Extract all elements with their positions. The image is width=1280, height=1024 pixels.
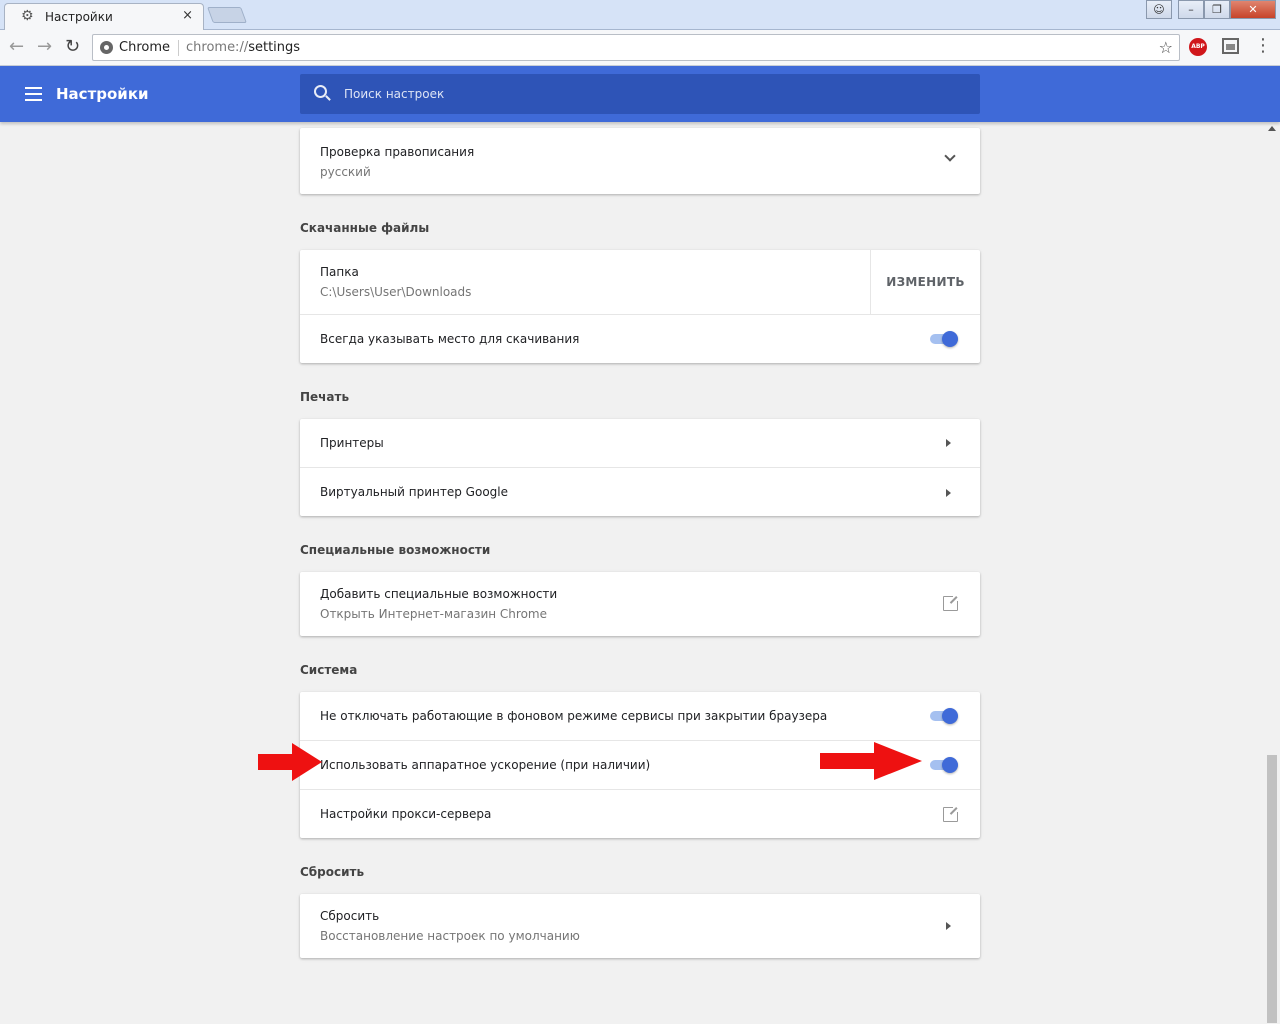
ask-download-location-label: Всегда указывать место для скачивания: [320, 332, 580, 346]
ask-download-location-row[interactable]: Всегда указывать место для скачивания: [300, 314, 980, 363]
forward-arrow-icon[interactable]: →: [37, 37, 52, 57]
external-link-icon: [943, 805, 960, 822]
spellcheck-label: Проверка правописания: [320, 145, 475, 159]
proxy-settings-row[interactable]: Настройки прокси-сервера: [300, 789, 980, 838]
scrollbar[interactable]: [1264, 122, 1280, 1024]
page-title: Настройки: [56, 85, 149, 103]
address-bar[interactable]: Chrome chrome://settings ☆: [92, 34, 1180, 61]
annotation-arrow-right: [820, 742, 922, 780]
restore-button[interactable]: ❐: [1204, 0, 1230, 19]
reset-settings-row[interactable]: Сбросить Восстановление настроек по умол…: [300, 894, 980, 958]
cloud-print-label: Виртуальный принтер Google: [320, 485, 508, 499]
add-accessibility-label: Добавить специальные возможности: [320, 587, 558, 601]
reset-settings-label: Сбросить: [320, 909, 380, 923]
url-text[interactable]: chrome://settings: [186, 40, 300, 55]
background-apps-row[interactable]: Не отключать работающие в фоновом режиме…: [300, 692, 980, 740]
omnibox-separator: [178, 40, 179, 56]
cast-extension-icon[interactable]: [1222, 38, 1239, 54]
add-accessibility-sub: Открыть Интернет-магазин Chrome: [320, 607, 547, 621]
system-section-title: Система: [300, 663, 358, 677]
printers-label: Принтеры: [320, 436, 384, 450]
scrollbar-thumb[interactable]: [1267, 755, 1277, 1023]
hardware-acceleration-toggle[interactable]: [928, 757, 960, 773]
tab-settings[interactable]: ⚙ Настройки ×: [4, 3, 204, 30]
tab-strip: ⚙ Настройки × ☺ – ❐ ✕: [0, 0, 1280, 30]
gear-icon: ⚙: [21, 8, 34, 24]
new-tab-button[interactable]: [207, 7, 247, 23]
tab-title: Настройки: [45, 10, 113, 24]
printers-row[interactable]: Принтеры: [300, 419, 980, 467]
downloads-card: Папка C:\Users\User\Downloads ИЗМЕНИТЬ В…: [300, 250, 980, 363]
omnibox-chip: Chrome: [119, 40, 170, 55]
arrow-right-icon: [946, 489, 951, 497]
reset-section-title: Сбросить: [300, 865, 365, 879]
change-folder-button[interactable]: ИЗМЕНИТЬ: [870, 250, 980, 314]
cloud-print-row[interactable]: Виртуальный принтер Google: [300, 467, 980, 516]
back-arrow-icon[interactable]: ←: [9, 37, 24, 57]
scroll-up-arrow-icon[interactable]: [1268, 126, 1276, 131]
search-icon: [314, 85, 327, 98]
arrow-right-icon: [946, 922, 951, 930]
background-apps-toggle[interactable]: [928, 708, 960, 724]
spellcheck-card: Проверка правописания русский: [300, 128, 980, 194]
browser-menu-icon[interactable]: ⋮: [1254, 36, 1272, 56]
bookmark-star-icon[interactable]: ☆: [1159, 38, 1173, 57]
url-path: settings: [248, 40, 301, 55]
settings-search[interactable]: [300, 74, 980, 114]
annotation-arrow-left: [258, 743, 322, 781]
add-accessibility-row[interactable]: Добавить специальные возможности Открыть…: [300, 572, 980, 636]
spellcheck-language: русский: [320, 165, 371, 179]
printing-section-title: Печать: [300, 390, 350, 404]
proxy-settings-label: Настройки прокси-сервера: [320, 807, 492, 821]
download-folder-path: C:\Users\User\Downloads: [320, 285, 472, 299]
ask-download-location-toggle[interactable]: [928, 331, 960, 347]
browser-toolbar: ← → ↻ Chrome chrome://settings ☆ ABP ⋮: [0, 30, 1280, 66]
accessibility-card: Добавить специальные возможности Открыть…: [300, 572, 980, 636]
accessibility-section-title: Специальные возможности: [300, 543, 491, 557]
settings-header: Настройки: [0, 66, 1280, 122]
adblock-plus-icon[interactable]: ABP: [1189, 38, 1207, 56]
close-window-button[interactable]: ✕: [1230, 0, 1276, 19]
user-icon[interactable]: ☺: [1146, 0, 1172, 19]
hardware-acceleration-label: Использовать аппаратное ускорение (при н…: [320, 758, 651, 772]
chevron-down-icon[interactable]: [944, 150, 956, 162]
minimize-button[interactable]: –: [1178, 0, 1204, 19]
chrome-site-icon: [100, 41, 113, 54]
reset-settings-sub: Восстановление настроек по умолчанию: [320, 929, 580, 943]
reset-card: Сбросить Восстановление настроек по умол…: [300, 894, 980, 958]
spellcheck-row[interactable]: Проверка правописания русский: [300, 128, 980, 194]
arrow-right-icon: [946, 439, 951, 447]
reload-icon[interactable]: ↻: [65, 37, 80, 57]
window-controls: ☺ – ❐ ✕: [1146, 0, 1276, 19]
background-apps-label: Не отключать работающие в фоновом режиме…: [320, 709, 828, 723]
printing-card: Принтеры Виртуальный принтер Google: [300, 419, 980, 516]
url-scheme: chrome://: [186, 40, 249, 55]
tab-close-icon[interactable]: ×: [182, 8, 193, 23]
hamburger-menu-icon[interactable]: [25, 87, 42, 101]
external-link-icon: [943, 594, 960, 611]
downloads-section-title: Скачанные файлы: [300, 221, 430, 235]
search-input[interactable]: [344, 84, 944, 104]
download-folder-row: Папка C:\Users\User\Downloads ИЗМЕНИТЬ: [300, 250, 980, 314]
download-folder-label: Папка: [320, 265, 359, 279]
